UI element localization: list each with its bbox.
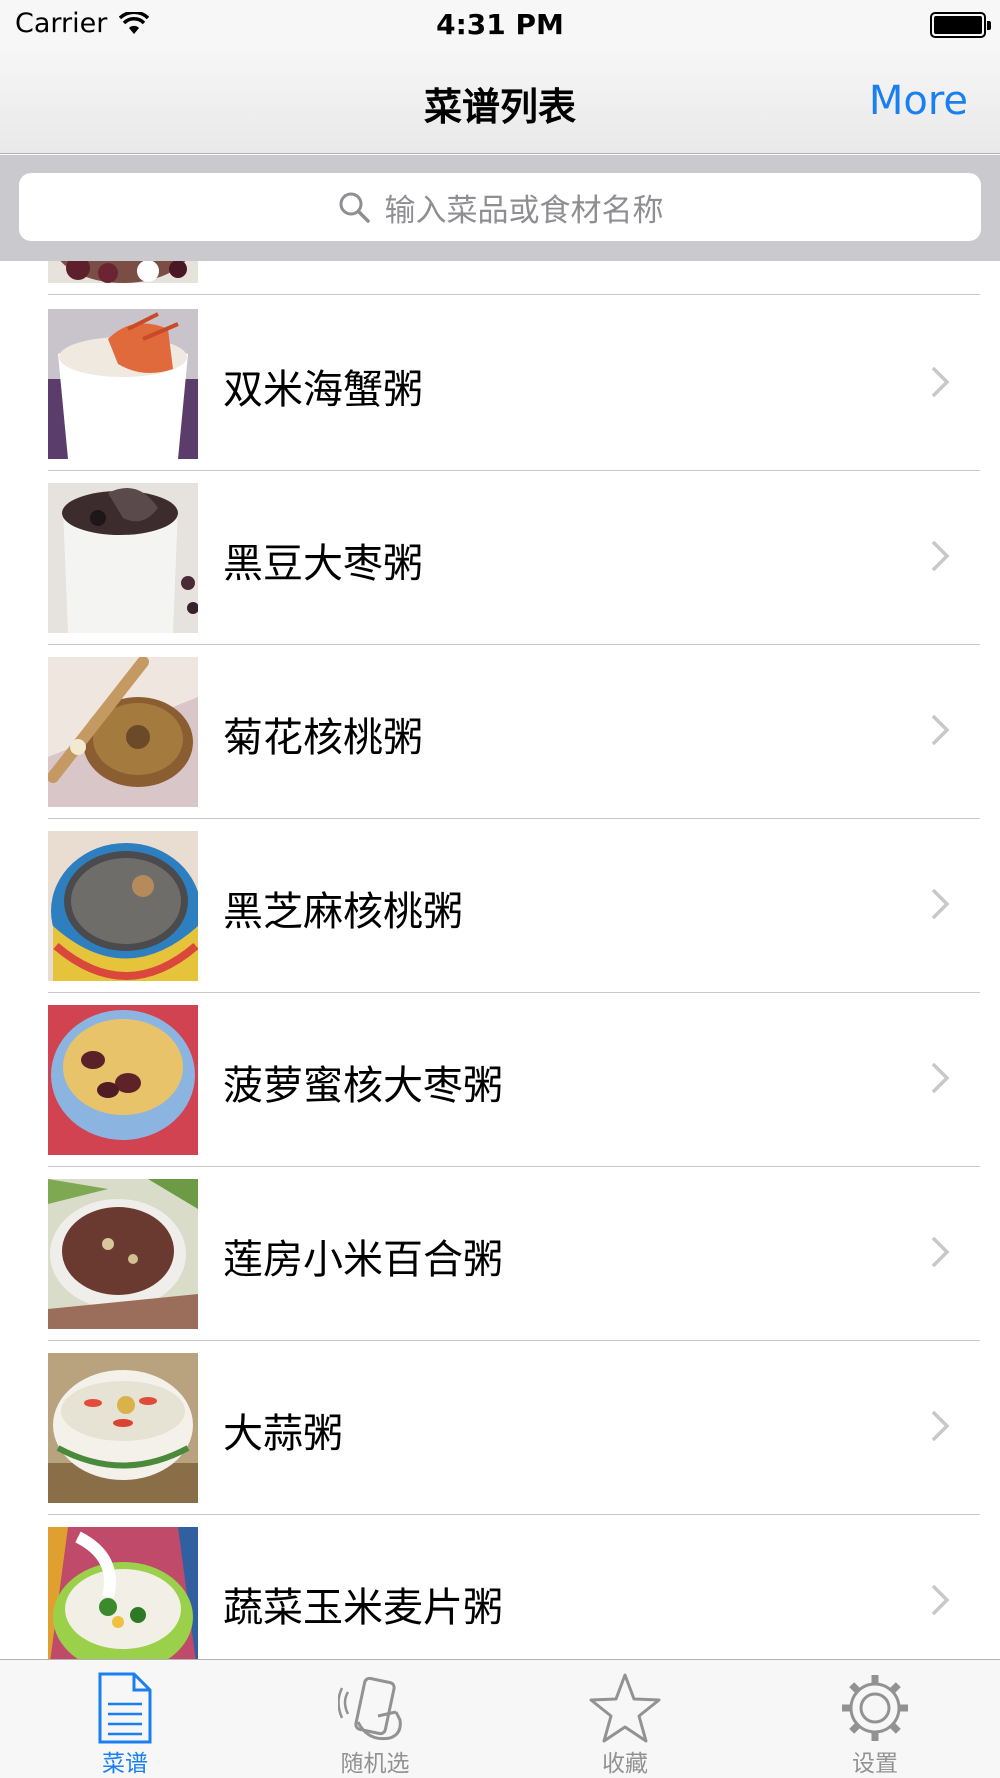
- search-input[interactable]: 输入菜品或食材名称: [19, 173, 981, 241]
- recipe-thumbnail: [48, 1005, 198, 1155]
- recipe-thumbnail: [48, 657, 198, 807]
- recipe-name: 蔬菜玉米麦片粥: [223, 1585, 503, 1631]
- page-title: 菜谱列表: [423, 85, 576, 129]
- recipe-name: 菊花核桃粥: [223, 715, 423, 761]
- search-icon: [339, 192, 370, 223]
- battery-icon: [930, 12, 991, 38]
- chevron-right-icon: [931, 888, 950, 920]
- chevron-right-icon: [931, 1236, 950, 1268]
- recipe-thumbnail: [48, 1353, 198, 1503]
- recipe-thumbnail: [48, 1527, 198, 1659]
- recipe-name: 菠萝蜜核大枣粥: [223, 1063, 503, 1109]
- recipe-list[interactable]: 双米海蟹粥 黑豆大枣粥 菊花核桃粥 黑芝麻核桃粥 菠萝蜜核大枣粥 莲房小米百合粥…: [0, 261, 1000, 1659]
- chevron-right-icon: [931, 714, 950, 746]
- list-item[interactable]: 莲房小米百合粥: [48, 1167, 980, 1341]
- chevron-right-icon: [931, 1062, 950, 1094]
- chevron-right-icon: [931, 1410, 950, 1442]
- recipe-name: 黑芝麻核桃粥: [223, 889, 463, 935]
- chevron-right-icon: [931, 540, 950, 572]
- tab-recipes[interactable]: 菜谱: [0, 1660, 250, 1778]
- recipe-name: 大蒜粥: [223, 1411, 343, 1457]
- tab-label: 菜谱: [102, 1751, 148, 1777]
- recipe-thumbnail: [48, 261, 198, 283]
- document-icon: [98, 1672, 152, 1744]
- tab-label: 随机选: [340, 1751, 410, 1777]
- list-item[interactable]: 黑芝麻核桃粥: [48, 819, 980, 993]
- recipe-thumbnail: [48, 483, 198, 633]
- tab-label: 设置: [852, 1751, 898, 1777]
- gear-icon: [842, 1675, 908, 1741]
- tab-label: 收藏: [602, 1751, 648, 1777]
- status-right: [930, 12, 991, 38]
- list-item[interactable]: 菠萝蜜核大枣粥: [48, 993, 980, 1167]
- list-item[interactable]: 双米海蟹粥: [48, 297, 980, 471]
- tab-random[interactable]: 随机选: [250, 1660, 500, 1778]
- list-item[interactable]: 大蒜粥: [48, 1341, 980, 1515]
- recipe-name: 双米海蟹粥: [223, 367, 423, 413]
- tab-favorites[interactable]: 收藏: [500, 1660, 750, 1778]
- recipe-name: 莲房小米百合粥: [223, 1237, 503, 1283]
- tab-bar: 菜谱 随机选 收藏 设置: [0, 1659, 1000, 1778]
- screen: Carrier 4:31 PM 菜谱列表 More 输入菜品或食材名称 双米海蟹…: [0, 0, 1000, 1778]
- recipe-thumbnail: [48, 831, 198, 981]
- recipe-thumbnail: [48, 1179, 198, 1329]
- star-icon: [589, 1673, 661, 1743]
- more-button[interactable]: More: [869, 78, 968, 124]
- list-item[interactable]: 菊花核桃粥: [48, 645, 980, 819]
- shake-phone-icon: [338, 1676, 402, 1741]
- search-placeholder: 输入菜品或食材名称: [384, 192, 664, 229]
- navigation-bar: 菜谱列表 More: [0, 50, 1000, 154]
- chevron-right-icon: [931, 1584, 950, 1616]
- recipe-thumbnail: [48, 309, 198, 459]
- search-bar: 输入菜品或食材名称: [0, 155, 1000, 261]
- status-bar: Carrier 4:31 PM: [0, 0, 1000, 50]
- list-item[interactable]: 黑豆大枣粥: [48, 471, 980, 645]
- chevron-right-icon: [931, 366, 950, 398]
- recipe-name: 黑豆大枣粥: [223, 541, 423, 587]
- tab-settings[interactable]: 设置: [750, 1660, 1000, 1778]
- list-item[interactable]: 蔬菜玉米麦片粥: [48, 1515, 980, 1659]
- list-item-partial[interactable]: [48, 261, 980, 295]
- status-time: 4:31 PM: [436, 8, 564, 41]
